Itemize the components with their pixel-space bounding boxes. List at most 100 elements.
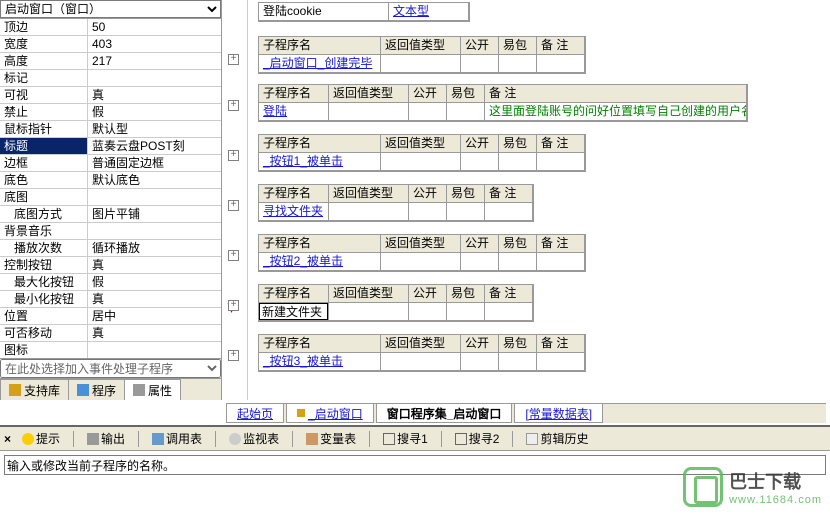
- tab-support-lib[interactable]: 支持库: [0, 379, 69, 400]
- search2-button[interactable]: 搜寻2: [448, 428, 507, 449]
- vartable-button[interactable]: 变量表: [299, 428, 363, 449]
- search1-button[interactable]: 搜寻1: [376, 428, 435, 449]
- expand-icon[interactable]: +: [228, 300, 239, 311]
- property-row[interactable]: 标题蓝奏云盘POST刻: [0, 138, 221, 155]
- property-value[interactable]: 蓝奏云盘POST刻: [88, 138, 221, 154]
- tab-startup-window[interactable]: _启动窗口: [286, 404, 374, 423]
- tab-start-page[interactable]: 起始页: [226, 404, 284, 423]
- cell[interactable]: [537, 55, 585, 73]
- expand-icon[interactable]: +: [228, 54, 239, 65]
- property-value[interactable]: 假: [88, 274, 221, 290]
- property-value[interactable]: 真: [88, 257, 221, 273]
- property-value[interactable]: 居中: [88, 308, 221, 324]
- cell[interactable]: [537, 253, 585, 271]
- cell[interactable]: [461, 353, 499, 371]
- property-value[interactable]: [88, 189, 221, 205]
- property-row[interactable]: 高度217: [0, 53, 221, 70]
- cell[interactable]: [537, 153, 585, 171]
- cell[interactable]: [485, 303, 533, 321]
- property-row[interactable]: 底图方式图片平铺: [0, 206, 221, 223]
- property-value[interactable]: [88, 223, 221, 239]
- tab-properties[interactable]: 属性: [124, 379, 181, 400]
- cell[interactable]: [447, 203, 485, 221]
- property-value[interactable]: 默认底色: [88, 172, 221, 188]
- expand-icon[interactable]: +: [228, 350, 239, 361]
- property-value[interactable]: 默认型: [88, 121, 221, 137]
- property-row[interactable]: 禁止假: [0, 104, 221, 121]
- cell[interactable]: [485, 203, 533, 221]
- property-value[interactable]: 真: [88, 87, 221, 103]
- property-row[interactable]: 控制按钮真: [0, 257, 221, 274]
- property-value[interactable]: 50: [88, 19, 221, 35]
- cell[interactable]: [447, 103, 485, 121]
- cell[interactable]: [499, 353, 537, 371]
- property-value[interactable]: 403: [88, 36, 221, 52]
- calltable-button[interactable]: 调用表: [145, 428, 209, 449]
- subroutine-name[interactable]: _按钮1_被单击: [259, 153, 381, 171]
- subroutine-name[interactable]: 寻找文件夹: [259, 203, 329, 221]
- property-value[interactable]: 图片平铺: [88, 206, 221, 222]
- property-value[interactable]: [88, 70, 221, 86]
- event-selector[interactable]: 在此处选择加入事件处理子程序: [0, 359, 221, 378]
- tab-window-procset[interactable]: 窗口程序集_启动窗口: [376, 404, 513, 423]
- output-button[interactable]: 输出: [80, 428, 132, 449]
- property-row[interactable]: 鼠标指针默认型: [0, 121, 221, 138]
- property-row[interactable]: 位置居中: [0, 308, 221, 325]
- cell[interactable]: [499, 253, 537, 271]
- expand-icon[interactable]: +: [228, 150, 239, 161]
- cell[interactable]: [381, 55, 461, 73]
- var-type[interactable]: 文本型: [389, 3, 469, 21]
- expand-icon[interactable]: +: [228, 250, 239, 261]
- property-value[interactable]: 217: [88, 53, 221, 69]
- watch-button[interactable]: 监视表: [222, 428, 286, 449]
- property-row[interactable]: 底图: [0, 189, 221, 206]
- cell[interactable]: [329, 303, 409, 321]
- cell[interactable]: [447, 303, 485, 321]
- property-row[interactable]: 宽度403: [0, 36, 221, 53]
- cell[interactable]: [461, 55, 499, 73]
- property-row[interactable]: 可视真: [0, 87, 221, 104]
- subroutine-name[interactable]: _按钮2_被单击: [259, 253, 381, 271]
- subroutine-name[interactable]: 登陆: [259, 103, 329, 121]
- property-row[interactable]: 背景音乐: [0, 223, 221, 240]
- cell[interactable]: [461, 253, 499, 271]
- property-value[interactable]: 真: [88, 291, 221, 307]
- property-value[interactable]: 普通固定边框: [88, 155, 221, 171]
- property-value[interactable]: 假: [88, 104, 221, 120]
- property-row[interactable]: 最大化按钮假: [0, 274, 221, 291]
- expand-icon[interactable]: +: [228, 100, 239, 111]
- cell[interactable]: [409, 303, 447, 321]
- cell[interactable]: [381, 353, 461, 371]
- cell[interactable]: 这里面登陆账号的问好位置填写自己创建的用户名: [485, 103, 747, 121]
- property-row[interactable]: 顶边50: [0, 19, 221, 36]
- object-selector[interactable]: 启动窗口（窗口）: [0, 0, 221, 18]
- subroutine-name[interactable]: _启动窗口_创建完毕: [259, 55, 381, 73]
- property-row[interactable]: 最小化按钮真: [0, 291, 221, 308]
- cell[interactable]: [537, 353, 585, 371]
- property-row[interactable]: 标记: [0, 70, 221, 87]
- property-value[interactable]: 真: [88, 325, 221, 341]
- subroutine-name[interactable]: [259, 303, 329, 321]
- cell[interactable]: [381, 153, 461, 171]
- property-value[interactable]: [88, 342, 221, 358]
- tab-program[interactable]: 程序: [68, 379, 125, 400]
- tab-const-table[interactable]: [常量数据表]: [514, 404, 603, 423]
- cell[interactable]: [381, 253, 461, 271]
- cell[interactable]: [409, 203, 447, 221]
- property-row[interactable]: 图标: [0, 342, 221, 358]
- cell[interactable]: [461, 153, 499, 171]
- tip-button[interactable]: 提示: [15, 428, 67, 449]
- cliphistory-button[interactable]: 剪辑历史: [519, 428, 595, 449]
- property-row[interactable]: 可否移动真: [0, 325, 221, 342]
- cell[interactable]: [409, 103, 447, 121]
- expand-icon[interactable]: +: [228, 200, 239, 211]
- close-icon[interactable]: ×: [4, 432, 11, 446]
- var-name[interactable]: 登陆cookie: [259, 3, 389, 21]
- cell[interactable]: [499, 55, 537, 73]
- property-value[interactable]: 循环播放: [88, 240, 221, 256]
- cell[interactable]: [329, 203, 409, 221]
- subroutine-name[interactable]: _按钮3_被单击: [259, 353, 381, 371]
- property-row[interactable]: 底色默认底色: [0, 172, 221, 189]
- property-row[interactable]: 边框普通固定边框: [0, 155, 221, 172]
- property-row[interactable]: 播放次数循环播放: [0, 240, 221, 257]
